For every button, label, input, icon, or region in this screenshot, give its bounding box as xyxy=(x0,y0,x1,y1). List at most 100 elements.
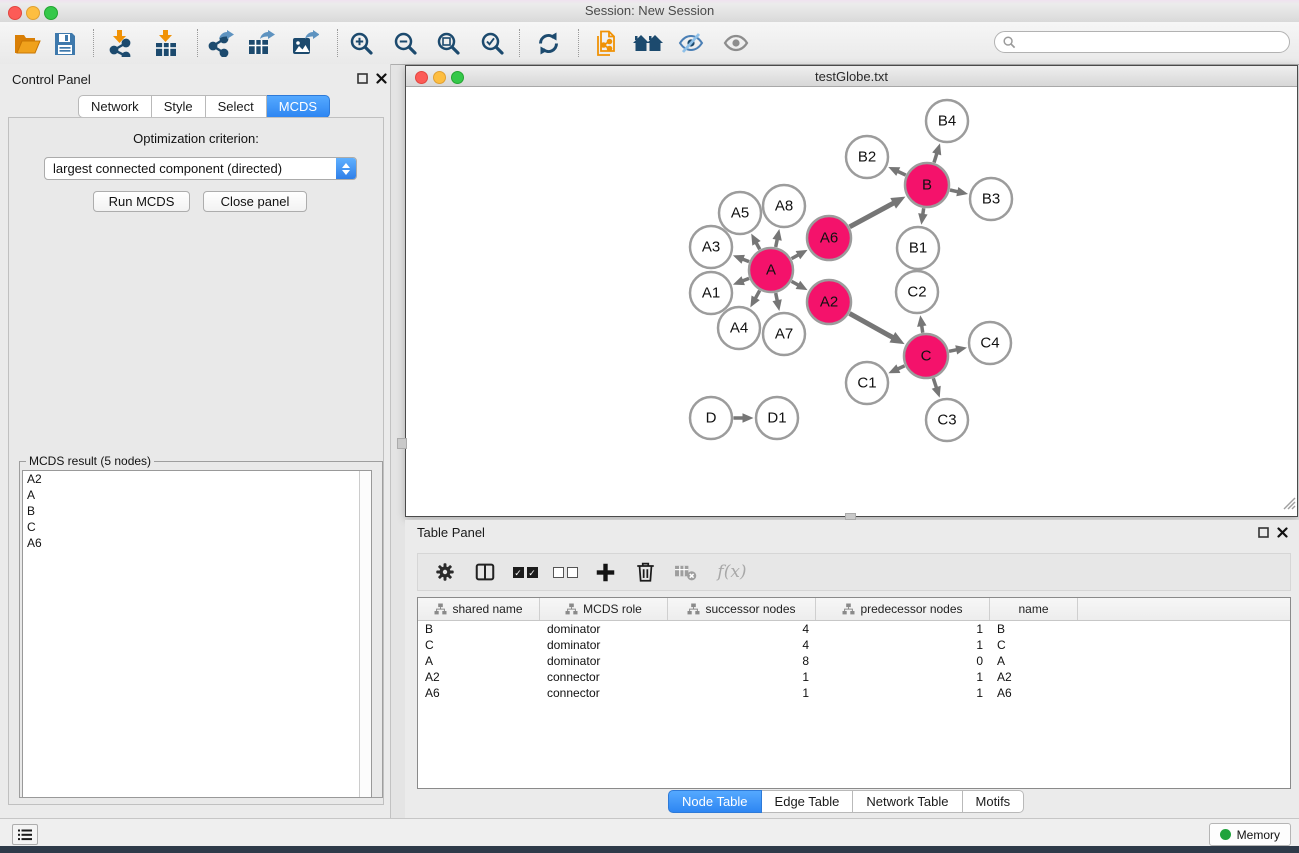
tab-network-table[interactable]: Network Table xyxy=(853,790,962,813)
graph-node-A[interactable]: A xyxy=(749,248,793,292)
table-cell[interactable]: C xyxy=(418,637,540,653)
graph-edge-A-A7[interactable] xyxy=(772,293,781,311)
graph-edge-B-B4[interactable] xyxy=(932,143,941,162)
graph-node-A8[interactable]: A8 xyxy=(763,185,805,227)
graph-edge-A6-B[interactable] xyxy=(850,197,906,227)
graph-node-D1[interactable]: D1 xyxy=(756,397,798,439)
tab-network[interactable]: Network xyxy=(78,95,152,118)
graph-node-A5[interactable]: A5 xyxy=(719,192,761,234)
graph-edge-A-A6[interactable] xyxy=(792,250,808,259)
tab-node-table[interactable]: Node Table xyxy=(668,790,762,813)
delete-columns-button[interactable] xyxy=(632,559,658,585)
vertical-scrollbar-thumb[interactable] xyxy=(397,438,407,449)
show-columns-button[interactable] xyxy=(472,559,498,585)
add-column-button[interactable] xyxy=(592,559,618,585)
graph-node-A7[interactable]: A7 xyxy=(763,313,805,355)
table-cell[interactable]: 1 xyxy=(816,685,990,701)
resize-grip-icon[interactable] xyxy=(1281,495,1296,515)
graph-edge-A-A5[interactable] xyxy=(751,234,760,250)
table-cell[interactable]: 1 xyxy=(668,685,816,701)
network-maximize-button[interactable] xyxy=(451,71,464,84)
table-cell[interactable]: 1 xyxy=(816,669,990,685)
graph-node-D[interactable]: D xyxy=(690,397,732,439)
graph-edge-A-A4[interactable] xyxy=(750,291,759,308)
graph-edge-B-B2[interactable] xyxy=(888,167,905,176)
table-cell[interactable]: dominator xyxy=(540,621,668,637)
graph-node-A3[interactable]: A3 xyxy=(690,226,732,268)
tab-style[interactable]: Style xyxy=(152,95,206,118)
select-all-columns-button[interactable]: ✓ ✓ xyxy=(512,559,538,585)
table-row[interactable]: Bdominator41B xyxy=(418,621,1290,637)
graph-node-C3[interactable]: C3 xyxy=(926,399,968,441)
table-cell[interactable]: 0 xyxy=(816,653,990,669)
table-cell[interactable]: connector xyxy=(540,669,668,685)
table-cell[interactable]: 4 xyxy=(668,637,816,653)
memory-button[interactable]: Memory xyxy=(1209,823,1291,846)
table-row[interactable]: Adominator80A xyxy=(418,653,1290,669)
mcds-result-item[interactable]: C xyxy=(23,519,371,535)
tab-select[interactable]: Select xyxy=(206,95,267,118)
graph-node-C[interactable]: C xyxy=(904,334,948,378)
column-header-successor-nodes[interactable]: successor nodes xyxy=(668,598,816,620)
table-row[interactable]: A6connector11A6 xyxy=(418,685,1290,701)
mcds-result-item[interactable]: B xyxy=(23,503,371,519)
table-cell[interactable]: 1 xyxy=(816,637,990,653)
table-cell[interactable]: 1 xyxy=(816,621,990,637)
zoom-out-button[interactable] xyxy=(388,28,422,58)
graph-edge-A-A1[interactable] xyxy=(733,276,749,285)
zoom-in-button[interactable] xyxy=(344,28,378,58)
maximize-window-button[interactable] xyxy=(44,6,58,20)
graph-edge-A-A2[interactable] xyxy=(792,281,808,290)
column-header-MCDS-role[interactable]: MCDS role xyxy=(540,598,668,620)
tab-motifs[interactable]: Motifs xyxy=(963,790,1025,813)
graph-edge-C-C4[interactable] xyxy=(949,345,967,354)
table-cell[interactable]: 4 xyxy=(668,621,816,637)
table-cell[interactable]: C xyxy=(990,637,1078,653)
table-cell[interactable]: A xyxy=(990,653,1078,669)
table-row[interactable]: Cdominator41C xyxy=(418,637,1290,653)
graph-node-C2[interactable]: C2 xyxy=(896,271,938,313)
close-window-button[interactable] xyxy=(8,6,22,20)
table-cell[interactable]: dominator xyxy=(540,653,668,669)
close-table-panel-icon[interactable] xyxy=(1276,526,1289,539)
graph-node-C4[interactable]: C4 xyxy=(969,322,1011,364)
zoom-fit-button[interactable] xyxy=(431,28,465,58)
minimize-window-button[interactable] xyxy=(26,6,40,20)
deselect-all-columns-button[interactable] xyxy=(552,559,578,585)
float-table-panel-icon[interactable] xyxy=(1257,526,1270,539)
table-settings-button[interactable] xyxy=(432,559,458,585)
graph-edge-A-A8[interactable] xyxy=(772,229,781,247)
table-cell[interactable]: A6 xyxy=(418,685,540,701)
graph-node-B4[interactable]: B4 xyxy=(926,100,968,142)
table-cell[interactable]: B xyxy=(418,621,540,637)
graph-edge-A-A3[interactable] xyxy=(733,255,749,264)
open-session-button[interactable] xyxy=(10,28,44,58)
search-input[interactable] xyxy=(1021,34,1289,50)
table-cell[interactable]: A2 xyxy=(990,669,1078,685)
graph-edge-A2-C[interactable] xyxy=(850,313,905,344)
zoom-selected-button[interactable] xyxy=(475,28,509,58)
graph-node-A6[interactable]: A6 xyxy=(807,216,851,260)
home-button[interactable] xyxy=(631,28,665,58)
graph-node-A2[interactable]: A2 xyxy=(807,280,851,324)
clone-network-button[interactable] xyxy=(589,28,623,58)
import-network-button[interactable] xyxy=(104,28,138,58)
mcds-result-item[interactable]: A6 xyxy=(23,535,371,551)
hide-selected-button[interactable] xyxy=(674,28,708,58)
function-builder-button[interactable]: f(x) xyxy=(712,559,752,585)
mcds-result-item[interactable]: A2 xyxy=(23,471,371,487)
mcds-list-scrollbar[interactable] xyxy=(359,471,371,797)
graph-edge-C-C1[interactable] xyxy=(888,364,904,373)
graph-edge-C-C3[interactable] xyxy=(932,378,941,397)
graph-edge-D-D1[interactable] xyxy=(734,413,754,423)
table-cell[interactable]: A6 xyxy=(990,685,1078,701)
table-cell[interactable]: B xyxy=(990,621,1078,637)
close-panel-icon[interactable] xyxy=(375,72,388,85)
column-header-predecessor-nodes[interactable]: predecessor nodes xyxy=(816,598,990,620)
refresh-button[interactable] xyxy=(531,28,565,58)
table-cell[interactable]: 1 xyxy=(668,669,816,685)
close-panel-button[interactable]: Close panel xyxy=(203,191,307,212)
float-panel-icon[interactable] xyxy=(356,72,369,85)
save-session-button[interactable] xyxy=(48,28,82,58)
graph-edge-B-B3[interactable] xyxy=(950,187,968,196)
